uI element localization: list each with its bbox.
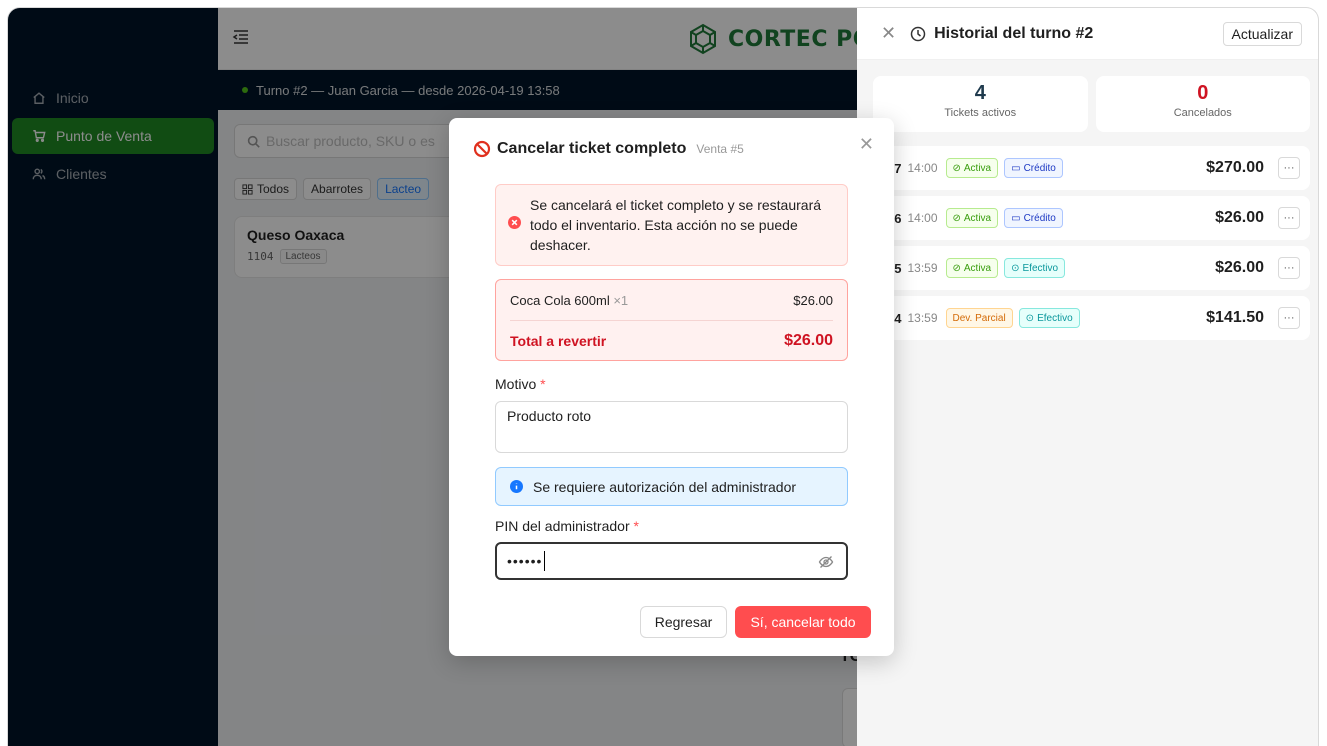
confirm-cancel-button[interactable]: Sí, cancelar todo: [735, 606, 871, 638]
status-badge: ⊘ Activa: [945, 158, 999, 178]
cancel-ticket-modal: Cancelar ticket completo Venta #5 ✕ Se c…: [449, 118, 894, 656]
credit-card-icon: ▭: [1011, 162, 1021, 174]
close-icon[interactable]: ✕: [859, 134, 874, 155]
stat-cancelled-label: Cancelados: [1173, 107, 1232, 119]
ticket-amount: $26.00: [1215, 209, 1264, 226]
total-amount: $26.00: [784, 331, 833, 349]
ticket-amount: $26.00: [1215, 259, 1264, 276]
item-name: Coca Cola 600ml: [510, 292, 610, 308]
stat-active: 4 Tickets activos: [873, 76, 1088, 132]
status-badge: Dev. Parcial: [945, 308, 1013, 328]
pin-input[interactable]: ••••••: [495, 542, 848, 580]
ticket-row[interactable]: #6 14:00 ⊘ Activa ▭ Crédito $26.00 ···: [873, 196, 1310, 240]
total-label: Total a revertir: [510, 332, 607, 349]
pin-label-text: PIN del administrador: [495, 518, 630, 534]
more-icon[interactable]: ···: [1278, 207, 1300, 229]
more-icon[interactable]: ···: [1278, 307, 1300, 329]
back-button[interactable]: Regresar: [640, 606, 727, 638]
item-qty: ×1: [613, 292, 629, 308]
pin-value: ••••••: [507, 553, 543, 569]
stat-active-value: 4: [974, 82, 986, 104]
check-circle-icon: ⊘: [952, 262, 961, 274]
status-text: Activa: [963, 162, 992, 174]
info-text: Se requiere autorización del administrad…: [533, 478, 797, 495]
drawer-title: Historial del turno #2: [910, 25, 1222, 43]
ticket-time: 13:59: [907, 311, 938, 325]
info-alert: Se requiere autorización del administrad…: [495, 467, 848, 506]
cash-icon: ⊙: [1025, 312, 1035, 324]
ticket-time: 14:00: [907, 211, 938, 225]
stat-active-label: Tickets activos: [944, 107, 1017, 119]
required-mark: *: [540, 376, 546, 392]
status-text: Activa: [963, 212, 992, 224]
reason-label-text: Motivo: [495, 376, 537, 392]
check-circle-icon: ⊘: [952, 162, 961, 174]
history-drawer: ✕ Historial del turno #2 Actualizar 4 Ti…: [857, 8, 1318, 746]
eye-invisible-icon[interactable]: [818, 554, 834, 570]
modal-subtitle: Venta #5: [696, 142, 744, 156]
status-text: Dev. Parcial: [952, 312, 1006, 324]
stats: 4 Tickets activos 0 Cancelados: [873, 76, 1310, 132]
ticket-list: #7 14:00 ⊘ Activa ▭ Crédito $270.00 ··· #6…: [873, 146, 1310, 346]
payment-text: Efectivo: [1037, 312, 1073, 324]
ticket-time: 13:59: [907, 261, 938, 275]
payment-text: Efectivo: [1022, 262, 1059, 274]
ticket-amount: $270.00: [1206, 159, 1264, 176]
ticket-amount: $141.50: [1206, 309, 1264, 326]
modal-title: Cancelar ticket completo: [497, 140, 687, 157]
warning-text: Se cancelará el ticket completo y se res…: [530, 197, 822, 253]
item-name-wrap: Coca Cola 600ml ×1: [510, 293, 628, 308]
stop-icon: [473, 140, 491, 158]
close-icon[interactable]: ✕: [881, 23, 896, 44]
check-circle-icon: ⊘: [952, 212, 961, 224]
payment-badge: ⊙ Efectivo: [1018, 308, 1080, 328]
more-icon[interactable]: ···: [1278, 257, 1300, 279]
items-summary: Coca Cola 600ml ×1 $26.00 Total a revert…: [495, 279, 848, 361]
required-mark: *: [633, 518, 639, 534]
ticket-row[interactable]: #4 13:59 Dev. Parcial ⊙ Efectivo $141.50 …: [873, 296, 1310, 340]
ticket-row[interactable]: #7 14:00 ⊘ Activa ▭ Crédito $270.00 ···: [873, 146, 1310, 190]
payment-badge: ▭ Crédito: [1004, 158, 1063, 178]
stat-cancelled: 0 Cancelados: [1095, 76, 1310, 132]
reason-label: Motivo *: [495, 376, 546, 392]
more-icon[interactable]: ···: [1278, 157, 1300, 179]
reason-textarea[interactable]: Producto roto: [495, 401, 848, 453]
item-amount: $26.00: [793, 292, 833, 308]
refresh-button[interactable]: Actualizar: [1222, 21, 1302, 46]
history-icon: [910, 26, 926, 41]
app-window: Inicio Punto de Venta Clientes CORTEC PO…: [8, 8, 1318, 746]
payment-text: Crédito: [1023, 212, 1056, 224]
warning-alert: Se cancelará el ticket completo y se res…: [495, 184, 848, 266]
error-icon: [508, 216, 521, 229]
drawer-header: ✕ Historial del turno #2 Actualizar: [857, 8, 1318, 60]
ticket-time: 14:00: [907, 161, 938, 175]
credit-card-icon: ▭: [1011, 212, 1021, 224]
cash-icon: ⊙: [1011, 262, 1020, 274]
payment-badge: ⊙ Efectivo: [1004, 258, 1066, 278]
payment-badge: ▭ Crédito: [1004, 208, 1063, 228]
stat-cancelled-value: 0: [1197, 82, 1209, 104]
pin-label: PIN del administrador *: [495, 518, 639, 534]
info-icon: [510, 480, 523, 493]
ticket-row[interactable]: #5 13:59 ⊘ Activa ⊙ Efectivo $26.00 ···: [873, 246, 1310, 290]
status-badge: ⊘ Activa: [945, 208, 999, 228]
item-row: Coca Cola 600ml ×1 $26.00: [510, 280, 833, 320]
drawer-title-text: Historial del turno #2: [934, 24, 1094, 42]
text-caret: [544, 551, 546, 571]
total-row: Total a revertir $26.00: [510, 320, 833, 360]
payment-text: Crédito: [1023, 162, 1056, 174]
status-text: Activa: [963, 262, 992, 274]
status-badge: ⊘ Activa: [945, 258, 999, 278]
modal-header: Cancelar ticket completo Venta #5: [473, 140, 744, 158]
